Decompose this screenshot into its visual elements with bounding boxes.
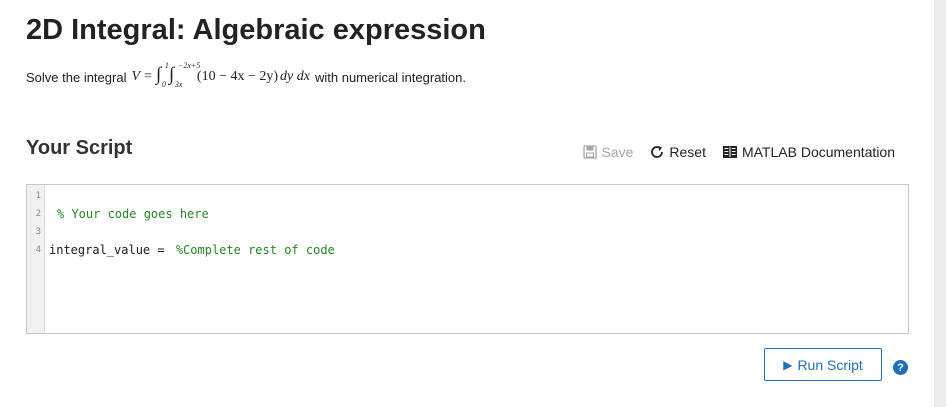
integrand: (10 − 4x − 2y) [196, 69, 279, 84]
code-line[interactable]: 4 integral_value = %Complete rest of cod… [27, 241, 908, 259]
floppy-disk-icon [583, 145, 598, 159]
problem-prefix: Solve the integral [26, 69, 127, 85]
differentials: dy dx [280, 69, 310, 84]
script-heading: Your Script [26, 137, 133, 159]
integral-lhs: V [131, 69, 141, 84]
integral-sign: ∫ [155, 64, 162, 85]
equals-sign: = [144, 69, 152, 84]
line-number: 1 [35, 191, 41, 201]
reset-label: Reset [669, 144, 706, 160]
line-number: 2 [35, 209, 41, 219]
code-editor[interactable]: 1 2 % Your code goes here 3 4 integral_v… [26, 184, 909, 334]
code-text: integral_value = [49, 243, 172, 257]
outer-integral: ∫ 1 0 [155, 61, 169, 89]
code-line[interactable]: 2 % Your code goes here [27, 205, 908, 223]
code-line[interactable]: 1 [27, 187, 908, 205]
outer-lower-limit: 0 [161, 80, 166, 89]
code-comment: % Your code goes here [57, 207, 209, 221]
problem-suffix: with numerical integration. [314, 69, 467, 85]
save-label: Save [601, 144, 634, 160]
run-script-button[interactable]: ▶ Run Script [764, 348, 882, 381]
book-icon [722, 146, 737, 158]
save-button[interactable]: Save [583, 144, 633, 160]
problem-statement: Solve the integral V = ∫ 1 0 ∫ −2x+5 3x … [26, 61, 467, 92]
inner-integral: ∫ −2x+5 3x [168, 61, 200, 89]
run-label: Run Script [797, 356, 863, 373]
script-toolbar: Save Reset MATLAB Documentation [583, 144, 895, 160]
inner-lower-limit: 3x [174, 80, 183, 89]
docs-label: MATLAB Documentation [741, 144, 895, 160]
line-number: 3 [35, 227, 41, 237]
integral-sign: ∫ [168, 64, 175, 85]
code-line[interactable]: 3 [27, 223, 908, 241]
page-scrollbar[interactable] [934, 0, 946, 407]
play-icon: ▶ [783, 357, 793, 372]
inner-upper-limit: −2x+5 [177, 61, 201, 70]
help-icon[interactable]: ? [893, 360, 908, 375]
code-comment: %Complete rest of code [175, 243, 335, 257]
page-title: 2D Integral: Algebraic expression [26, 14, 486, 46]
reset-button[interactable]: Reset [649, 144, 706, 160]
integral-expression: V = ∫ 1 0 ∫ −2x+5 3x (10 − 4x − 2y) dy d… [131, 61, 310, 89]
matlab-documentation-link[interactable]: MATLAB Documentation [722, 144, 895, 160]
line-number: 4 [35, 245, 41, 255]
circular-arrow-icon [651, 146, 664, 158]
